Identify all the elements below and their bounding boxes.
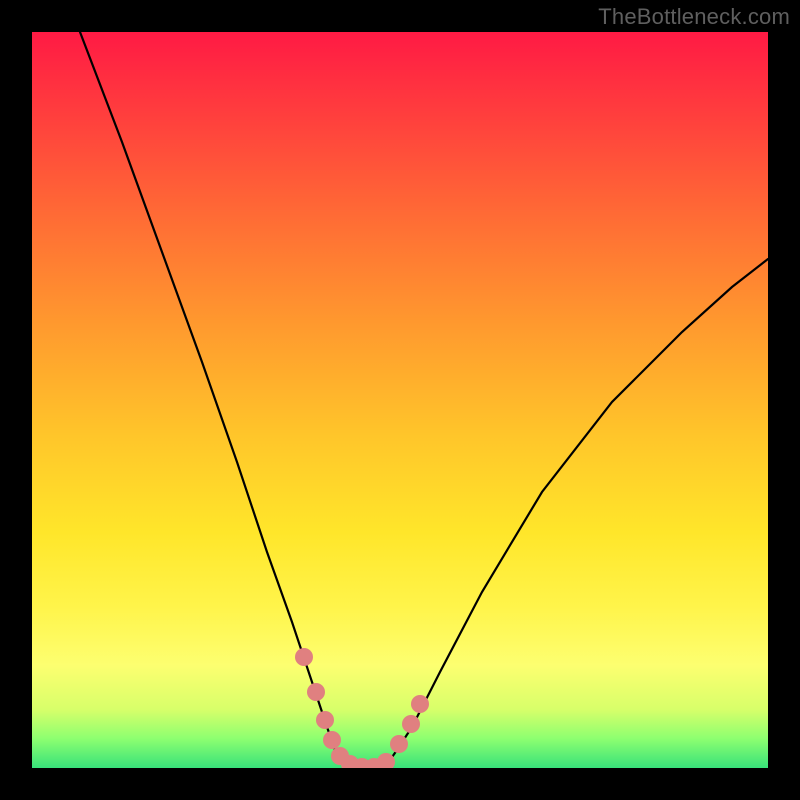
highlight-point	[316, 711, 334, 729]
highlight-point	[411, 695, 429, 713]
plot-area	[32, 32, 768, 768]
watermark-text: TheBottleneck.com	[598, 4, 790, 30]
highlight-point	[323, 731, 341, 749]
highlight-point	[402, 715, 420, 733]
highlight-markers	[295, 648, 429, 768]
right-curve	[390, 259, 768, 760]
chart-frame: TheBottleneck.com	[0, 0, 800, 800]
highlight-point	[390, 735, 408, 753]
highlight-point	[307, 683, 325, 701]
curve-layer	[32, 32, 768, 768]
highlight-point	[295, 648, 313, 666]
